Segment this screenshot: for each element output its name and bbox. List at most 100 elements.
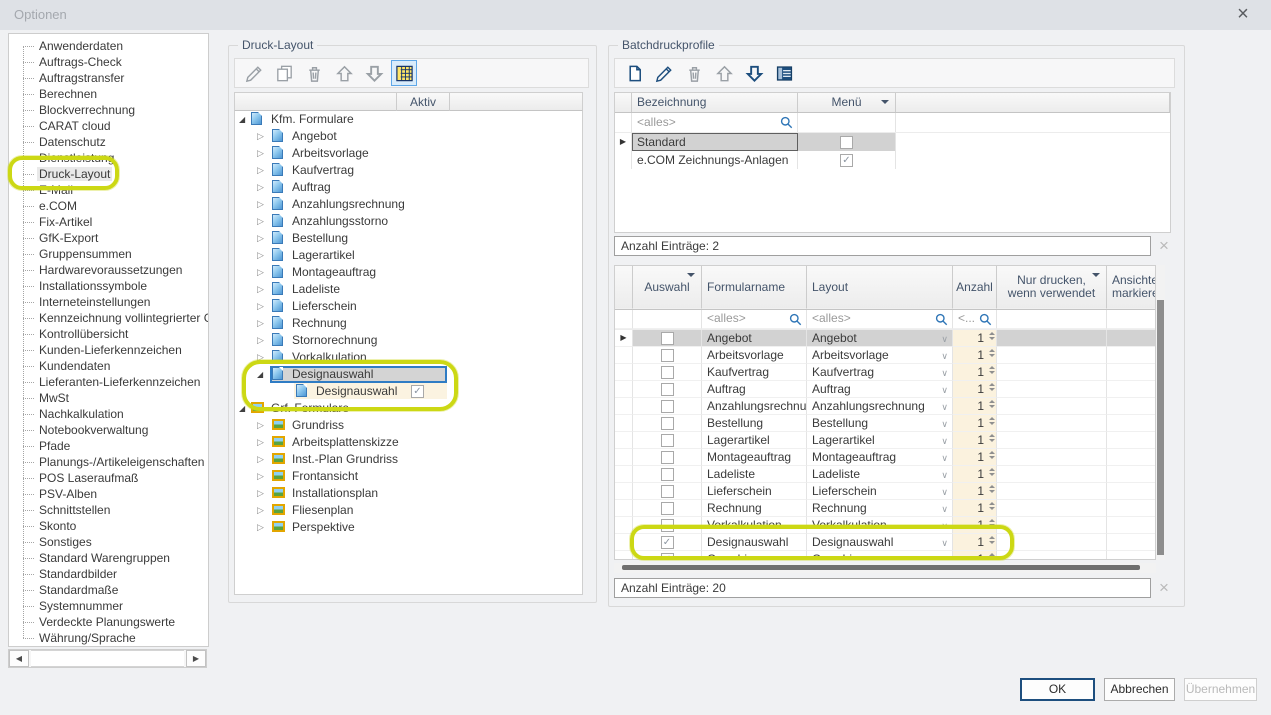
menu-checkbox[interactable]: ✓ (840, 154, 853, 167)
form-row[interactable]: ✓DesignauswahlDesignauswahl∨1 (615, 534, 1155, 551)
arrow-down-icon[interactable] (361, 60, 387, 86)
anzahl-cell[interactable]: 1 (953, 432, 997, 449)
auswahl-cell[interactable] (633, 381, 702, 398)
expand-icon[interactable]: ▷ (257, 248, 264, 263)
number-spinner[interactable] (989, 519, 995, 527)
expand-icon[interactable]: ▷ (257, 197, 264, 212)
column-header-nur-drucken[interactable]: Nur drucken, wenn verwendet (997, 266, 1107, 309)
auswahl-cell[interactable] (633, 347, 702, 364)
scrollbar-thumb[interactable] (1157, 300, 1164, 555)
anzahl-filter-input[interactable]: <... (953, 310, 997, 329)
sidebar-item[interactable]: Installationssymbole (15, 278, 208, 294)
profile-row[interactable]: ▶Standard (615, 133, 1170, 151)
profile-name-cell[interactable]: e.COM Zeichnungs-Anlagen (632, 151, 798, 169)
profile-row[interactable]: e.COM Zeichnungs-Anlagen ✓ (615, 151, 1170, 169)
pencil-icon[interactable] (241, 60, 267, 86)
auswahl-cell[interactable]: ✓ (633, 551, 702, 560)
tree-item[interactable]: ▷Inst.-Plan Grundriss (235, 451, 582, 468)
form-row[interactable]: RechnungRechnung∨1 (615, 500, 1155, 517)
auswahl-cell[interactable] (633, 330, 702, 347)
tree-item[interactable]: ▷Ladeliste (235, 281, 582, 298)
aktiv-checkbox[interactable]: ✓ (411, 385, 424, 398)
clear-filter-icon[interactable]: × (1154, 578, 1174, 598)
bezeichnung-filter-input[interactable]: <alles> (632, 113, 798, 132)
sidebar-item[interactable]: MwSt (15, 390, 208, 406)
sidebar-item[interactable]: Verdeckte Planungswerte (15, 614, 208, 630)
dropdown-chevron-icon[interactable]: ∨ (941, 484, 948, 500)
sidebar-item[interactable]: Fix-Artikel (15, 214, 208, 230)
menu-filter-cell[interactable] (798, 113, 896, 132)
tree-item[interactable]: ▷Bestellung (235, 230, 582, 247)
anzahl-cell[interactable]: 1 (953, 483, 997, 500)
collapse-icon[interactable]: ◢ (239, 401, 245, 416)
layout-cell[interactable]: Anzahlungsrechnung∨ (807, 398, 953, 415)
column-header-formularname[interactable]: Formularname (702, 266, 807, 309)
ok-button[interactable]: OK (1020, 678, 1095, 701)
sidebar-item[interactable]: Blockverrechnung (15, 102, 208, 118)
sidebar-item[interactable]: Währung/Sprache (15, 630, 208, 646)
ansichten-markieren-cell[interactable] (1107, 330, 1155, 347)
expand-icon[interactable]: ▷ (257, 469, 264, 484)
auswahl-checkbox[interactable] (661, 519, 674, 532)
number-spinner[interactable] (989, 502, 995, 510)
number-spinner[interactable] (989, 366, 995, 374)
sidebar-item[interactable]: PSV-Alben (15, 486, 208, 502)
anzahl-cell[interactable]: 1 (953, 551, 997, 560)
anzahl-cell[interactable]: 1 (953, 364, 997, 381)
ansichten-markieren-cell[interactable] (1107, 347, 1155, 364)
tree-item[interactable]: ◢Kfm. Formulare (235, 111, 582, 128)
tree-item[interactable]: ▷Angebot (235, 128, 582, 145)
auswahl-cell[interactable] (633, 449, 702, 466)
number-spinner[interactable] (989, 417, 995, 425)
anzahl-cell[interactable]: 1 (953, 347, 997, 364)
layout-cell[interactable]: Auftrag∨ (807, 381, 953, 398)
nur-drucken-cell[interactable] (997, 500, 1107, 517)
tree-item[interactable]: ▷Rechnung (235, 315, 582, 332)
auswahl-checkbox[interactable] (661, 434, 674, 447)
sidebar-item[interactable]: Planungs-/Artikeleigenschaften (15, 454, 208, 470)
clear-filter-icon[interactable]: × (1154, 236, 1174, 256)
sidebar-item[interactable]: Standardmaße (15, 582, 208, 598)
auswahl-cell[interactable] (633, 517, 702, 534)
ansichten-markieren-cell[interactable] (1107, 449, 1155, 466)
expand-icon[interactable]: ▷ (257, 520, 264, 535)
column-header-auswahl[interactable]: Auswahl (633, 266, 702, 309)
anzahl-cell[interactable]: 1 (953, 534, 997, 551)
column-header-bezeichnung[interactable]: Bezeichnung (632, 93, 798, 112)
ansichten-markieren-cell[interactable] (1107, 432, 1155, 449)
collapse-icon[interactable]: ◢ (257, 367, 263, 382)
number-spinner[interactable] (989, 383, 995, 391)
forms-horizontal-scrollbar[interactable] (614, 563, 1156, 573)
auswahl-cell[interactable] (633, 364, 702, 381)
anzahl-cell[interactable]: 1 (953, 381, 997, 398)
scroll-left-icon[interactable]: ◀ (9, 650, 29, 667)
sidebar-item[interactable]: GfK-Export (15, 230, 208, 246)
sidebar-item[interactable]: Lieferanten-Lieferkennzeichen (15, 374, 208, 390)
tree-item[interactable]: ▷Montageauftrag (235, 264, 582, 281)
expand-icon[interactable]: ▷ (257, 435, 264, 450)
nur-drucken-cell[interactable] (997, 415, 1107, 432)
sidebar-item[interactable]: Hardwarevoraussetzungen (15, 262, 208, 278)
layout-cell[interactable]: Kaufvertrag∨ (807, 364, 953, 381)
auswahl-cell[interactable] (633, 398, 702, 415)
scrollbar-thumb[interactable] (622, 565, 1140, 570)
tree-item[interactable]: ◢Designauswahl (235, 366, 582, 383)
nur-drucken-cell[interactable] (997, 466, 1107, 483)
form-row[interactable]: KaufvertragKaufvertrag∨1 (615, 364, 1155, 381)
sidebar-item[interactable]: Kennzeichnung vollintegrierter Geräte (15, 310, 208, 326)
expand-icon[interactable]: ▷ (257, 350, 264, 365)
arrow-up-icon[interactable] (331, 60, 357, 86)
column-header-menu[interactable]: Menü (798, 93, 896, 112)
auswahl-checkbox[interactable] (661, 400, 674, 413)
expand-icon[interactable]: ▷ (257, 214, 264, 229)
layout-cell[interactable]: Montageauftrag∨ (807, 449, 953, 466)
expand-icon[interactable]: ▷ (257, 231, 264, 246)
nur-drucken-cell[interactable] (997, 330, 1107, 347)
expand-icon[interactable]: ▷ (257, 299, 264, 314)
sidebar-item[interactable]: Auftrags-Check (15, 54, 208, 70)
collapse-icon[interactable]: ◢ (239, 112, 245, 127)
sidebar-item[interactable]: e.COM (15, 198, 208, 214)
tree-item[interactable]: ▷Perspektive (235, 519, 582, 536)
auswahl-checkbox[interactable] (661, 485, 674, 498)
tree-item[interactable]: ▷Frontansicht (235, 468, 582, 485)
